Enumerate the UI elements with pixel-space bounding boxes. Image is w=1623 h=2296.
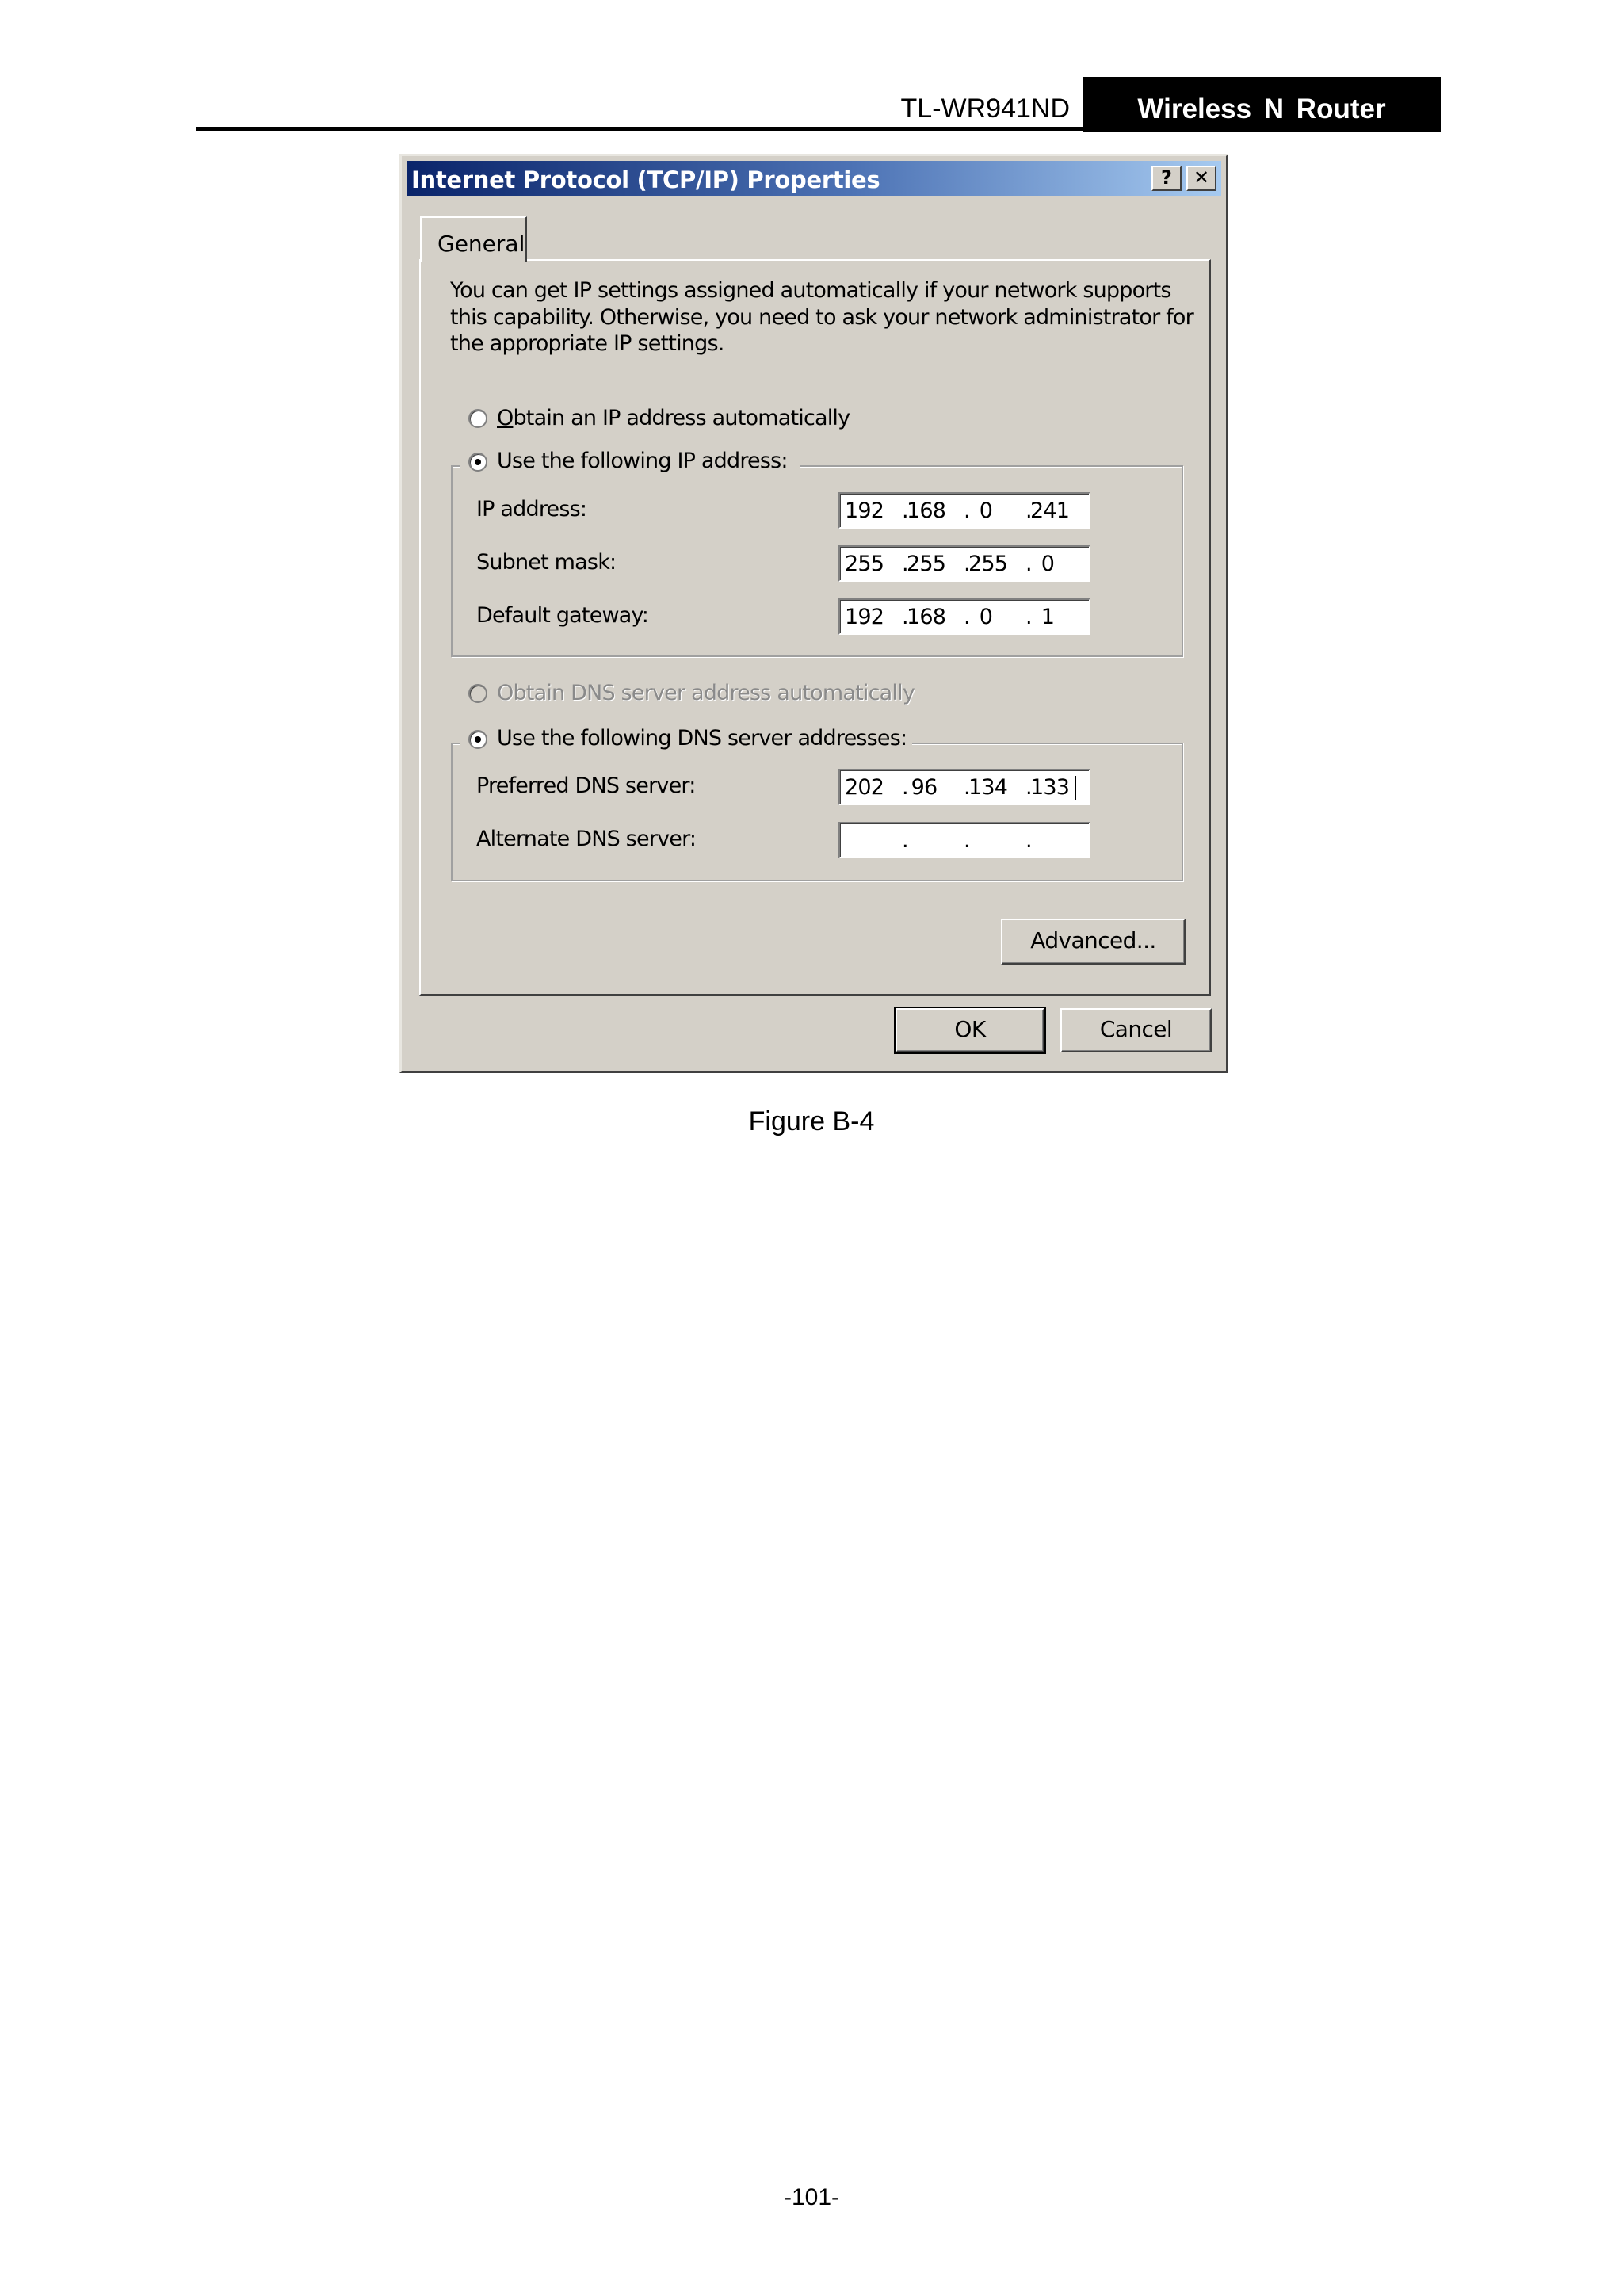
subnet-mask-label: Subnet mask:	[476, 550, 617, 575]
mask-octet-2: 255	[907, 552, 946, 576]
dns-server-group	[451, 743, 1183, 881]
default-gateway-label: Default gateway:	[476, 603, 649, 628]
ok-button[interactable]: OK	[894, 1007, 1046, 1054]
tcpip-properties-dialog: Internet Protocol (TCP/IP) Properties ? …	[399, 154, 1228, 1073]
manual-model-name: TL-WR941ND	[900, 94, 1070, 124]
ip-auto-radio[interactable]	[468, 409, 487, 428]
general-tab-panel: You can get IP settings assigned automat…	[419, 259, 1211, 996]
alternate-dns-label: Alternate DNS server:	[476, 827, 697, 851]
text-cursor	[1075, 776, 1076, 800]
ip-octet-4: 241	[1030, 499, 1070, 523]
preferred-dns-input[interactable]: 202 . 96 . 134 . 133	[838, 769, 1090, 805]
ip-manual-radio[interactable]	[468, 453, 487, 472]
close-button[interactable]: ✕	[1186, 166, 1216, 191]
dns-manual-label[interactable]: Use the following DNS server addresses:	[497, 726, 907, 751]
pdns-octet-2: 96	[911, 775, 938, 800]
ip-dot: .	[902, 828, 909, 853]
ip-octet-3: 0	[979, 499, 993, 523]
tab-general[interactable]: General	[420, 216, 527, 262]
help-button[interactable]: ?	[1151, 166, 1182, 191]
preferred-dns-label: Preferred DNS server:	[476, 774, 696, 798]
manual-product-name: Wireless N Router	[1137, 94, 1386, 124]
pdns-octet-1: 202	[845, 775, 884, 800]
gw-octet-3: 0	[979, 605, 993, 629]
ip-octet-1: 192	[845, 499, 884, 523]
ip-manual-label[interactable]: Use the following IP address:	[497, 449, 788, 473]
mask-octet-3: 255	[968, 552, 1008, 576]
dialog-title-bar[interactable]: Internet Protocol (TCP/IP) Properties ? …	[407, 161, 1221, 196]
cancel-button[interactable]: Cancel	[1060, 1008, 1212, 1052]
ip-auto-label-text: btain an IP address automatically	[513, 406, 850, 430]
gw-octet-2: 168	[907, 605, 946, 629]
default-gateway-input[interactable]: 192 . 168 . 0 . 1	[838, 598, 1090, 635]
header-rule	[196, 127, 1441, 131]
dns-auto-label[interactable]: Obtain DNS server address automatically	[497, 681, 915, 705]
dialog-title: Internet Protocol (TCP/IP) Properties	[411, 166, 880, 193]
close-icon: ✕	[1193, 166, 1210, 189]
ip-octet-2: 168	[907, 499, 946, 523]
gw-octet-4: 1	[1041, 605, 1055, 629]
gw-octet-1: 192	[845, 605, 884, 629]
intro-line-3: the appropriate IP settings.	[450, 331, 724, 356]
pdns-octet-4: 133	[1030, 775, 1070, 800]
dns-auto-radio[interactable]	[468, 684, 487, 703]
intro-line-1: You can get IP settings assigned automat…	[450, 278, 1171, 303]
advanced-button[interactable]: Advanced...	[1001, 919, 1186, 965]
subnet-mask-input[interactable]: 255 . 255 . 255 . 0	[838, 545, 1090, 582]
ip-auto-label[interactable]: Obtain an IP address automatically	[497, 406, 850, 430]
alternate-dns-input[interactable]: . . .	[838, 822, 1090, 858]
page-number: -101-	[783, 2184, 840, 2210]
mask-octet-1: 255	[845, 552, 884, 576]
ip-address-label: IP address:	[476, 497, 587, 521]
ip-address-input[interactable]: 192 . 168 . 0 . 241	[838, 492, 1090, 529]
figure-caption: Figure B-4	[748, 1106, 875, 1137]
question-mark-icon: ?	[1161, 166, 1172, 189]
pdns-octet-3: 134	[968, 775, 1008, 800]
mask-octet-4: 0	[1041, 552, 1055, 576]
ip-dot: .	[964, 828, 971, 853]
ip-dot: .	[1025, 828, 1033, 853]
intro-line-2: this capability. Otherwise, you need to …	[450, 305, 1194, 330]
dns-manual-radio[interactable]	[468, 730, 487, 749]
